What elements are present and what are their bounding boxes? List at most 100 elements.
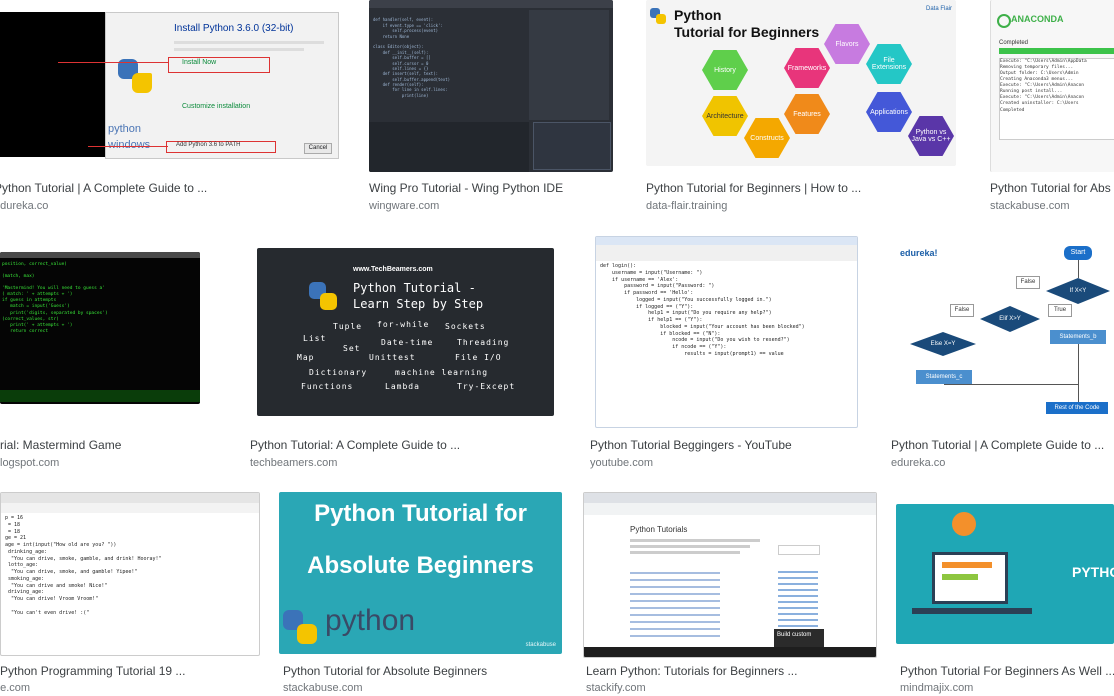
python-logo-icon bbox=[309, 282, 337, 310]
hex-applications: Applications bbox=[866, 92, 912, 132]
shell-titlebar bbox=[1, 493, 259, 503]
shell-code: p = 16 = 18 = 18 ge = 21 age = int(input… bbox=[5, 515, 162, 616]
elif-node: Elif X>Y bbox=[980, 306, 1040, 332]
result-source-9[interactable]: ee.com bbox=[0, 682, 30, 694]
result-source-2[interactable]: wingware.com bbox=[369, 200, 439, 212]
topic-word: List bbox=[303, 334, 327, 343]
browser-toolbar bbox=[584, 503, 876, 515]
result-source-11[interactable]: stackify.com bbox=[586, 682, 646, 694]
flair-brand: Python bbox=[674, 7, 722, 23]
result-thumbnail-5[interactable]: position, correct_value) (match, max) 'M… bbox=[0, 252, 200, 404]
result-source-5[interactable]: logspot.com bbox=[0, 457, 59, 469]
result-thumbnail-8[interactable]: edureka! Start If X<Y Elif X>Y Else X=Y … bbox=[888, 236, 1114, 428]
result-title-10[interactable]: Python Tutorial for Absolute Beginners bbox=[283, 664, 487, 678]
docs-text-line bbox=[630, 539, 760, 542]
ide-code-area: def handler(self, event): if event.type … bbox=[373, 17, 451, 98]
completed-label: Completed bbox=[999, 40, 1029, 46]
docs-text-line bbox=[630, 551, 740, 554]
installer-dark-panel bbox=[0, 12, 105, 157]
topic-word: Try-Except bbox=[457, 382, 516, 391]
result-thumbnail-1[interactable]: Install Python 3.6.0 (32-bit) Install No… bbox=[0, 0, 343, 172]
flow-connector bbox=[1078, 260, 1079, 278]
result-title-6[interactable]: Python Tutorial: A Complete Guide to ... bbox=[250, 438, 460, 452]
result-title-9[interactable]: Python Programming Tutorial 19 ... bbox=[0, 664, 185, 678]
result-title-3[interactable]: Python Tutorial for Beginners | How to .… bbox=[646, 181, 861, 195]
result-source-4[interactable]: stackabuse.com bbox=[990, 200, 1069, 212]
techbeamers-site: www.TechBeamers.com bbox=[353, 266, 433, 273]
result-thumbnail-9[interactable]: p = 16 = 18 = 18 ge = 21 age = int(input… bbox=[0, 492, 260, 656]
result-title-2[interactable]: Wing Pro Tutorial - Wing Python IDE bbox=[369, 181, 563, 195]
python-logo-icon bbox=[283, 610, 317, 644]
result-thumbnail-6[interactable]: www.TechBeamers.com Python Tutorial - Le… bbox=[257, 248, 554, 416]
result-title-4[interactable]: Python Tutorial for Abs bbox=[990, 181, 1114, 195]
result-source-7[interactable]: youtube.com bbox=[590, 457, 653, 469]
edureka-brand: edureka! bbox=[900, 248, 938, 258]
banner-line1: Python Tutorial for bbox=[314, 500, 527, 527]
terminal-menu-bar bbox=[0, 390, 200, 402]
result-title-5[interactable]: rial: Mastermind Game bbox=[0, 438, 121, 452]
ide-debug-panel bbox=[533, 122, 611, 170]
flair-subtitle: Tutorial for Beginners bbox=[674, 24, 820, 40]
topic-word: Date-time bbox=[381, 338, 434, 347]
statements-b: Statements_b bbox=[1050, 330, 1106, 344]
topic-word: Tuple bbox=[333, 322, 363, 331]
cancel-button: Cancel bbox=[304, 143, 332, 154]
topic-word: Threading bbox=[457, 338, 510, 347]
idle-code: def login(): username = input("Username:… bbox=[600, 263, 805, 357]
topic-word: Unittest bbox=[369, 353, 416, 362]
result-thumbnail-10[interactable]: Python Tutorial for Absolute Beginners p… bbox=[279, 492, 562, 654]
topic-word: Lambda bbox=[385, 382, 420, 391]
browser-tabbar bbox=[584, 493, 876, 503]
hex-constructs: Constructs bbox=[744, 118, 790, 158]
else-node: Else X=Y bbox=[910, 332, 976, 356]
result-source-3[interactable]: data-flair.training bbox=[646, 200, 727, 212]
result-thumbnail-11[interactable]: Python Tutorials Build custom bbox=[583, 492, 877, 658]
topic-word: Set bbox=[343, 344, 361, 353]
result-title-7[interactable]: Python Tutorial Beggingers - YouTube bbox=[590, 438, 792, 452]
hex-features: Features bbox=[784, 94, 830, 134]
result-title-8[interactable]: Python Tutorial | A Complete Guide to ..… bbox=[891, 438, 1114, 452]
python-logo-icon bbox=[118, 59, 152, 93]
hex-architecture: Architecture bbox=[702, 96, 748, 136]
terminal-output: position, correct_value) (match, max) 'M… bbox=[2, 262, 108, 334]
topic-word: Functions bbox=[301, 382, 354, 391]
python-logo-icon bbox=[650, 8, 666, 24]
techbeamers-line1: Python Tutorial - bbox=[353, 281, 476, 295]
hex-frameworks: Frameworks bbox=[784, 48, 830, 88]
result-source-1[interactable]: edureka.co bbox=[0, 200, 48, 212]
ide-toolbar bbox=[369, 0, 613, 8]
result-thumbnail-3[interactable]: Python Tutorial for Beginners Data Flair… bbox=[646, 0, 956, 166]
true-label: True bbox=[1048, 304, 1072, 317]
result-source-6[interactable]: techbeamers.com bbox=[250, 457, 337, 469]
hex-python-vs: Python vs Java vs C++ bbox=[908, 116, 954, 156]
topic-word: Dictionary bbox=[309, 368, 368, 377]
mindmajix-brand: PYTHO bbox=[1072, 564, 1114, 580]
flow-connector bbox=[944, 384, 1078, 385]
topic-word: machine learning bbox=[395, 368, 489, 377]
result-thumbnail-7[interactable]: def login(): username = input("Username:… bbox=[595, 236, 858, 428]
result-thumbnail-4[interactable]: ANACONDA Completed Execute: "C:\Users\Ad… bbox=[990, 0, 1114, 172]
add-path-checkbox: Add Python 3.6 to PATH bbox=[176, 142, 241, 148]
result-title-12[interactable]: Python Tutorial For Beginners As Well ..… bbox=[900, 664, 1114, 678]
result-source-12[interactable]: mindmajix.com bbox=[900, 682, 973, 694]
result-source-10[interactable]: stackabuse.com bbox=[283, 682, 362, 694]
statements-c: Statements_c bbox=[916, 370, 972, 384]
hex-flavors: Flavors bbox=[824, 24, 870, 64]
installer-text-line bbox=[174, 48, 304, 51]
result-title-11[interactable]: Learn Python: Tutorials for Beginners ..… bbox=[586, 664, 797, 678]
result-title-1[interactable]: Python Tutorial | A Complete Guide to ..… bbox=[0, 181, 334, 195]
docs-text-line bbox=[630, 545, 750, 548]
techbeamers-line2: Learn Step by Step bbox=[353, 297, 484, 311]
progress-bar bbox=[999, 48, 1114, 54]
flair-badge: Data Flair bbox=[926, 6, 953, 12]
result-source-8[interactable]: edureka.co bbox=[891, 457, 945, 469]
result-thumbnail-12[interactable]: PYTHO bbox=[896, 504, 1114, 644]
topic-word: for-while bbox=[377, 320, 430, 329]
anaconda-logo-icon bbox=[997, 14, 1011, 28]
hex-file-extensions: File Extensions bbox=[866, 44, 912, 84]
installer-heading: Install Python 3.6.0 (32-bit) bbox=[174, 23, 294, 34]
result-thumbnail-2[interactable]: def handler(self, event): if event.type … bbox=[369, 0, 613, 172]
desk-illustration bbox=[912, 512, 1032, 638]
taskbar bbox=[584, 647, 876, 657]
docs-link-list bbox=[778, 567, 818, 627]
